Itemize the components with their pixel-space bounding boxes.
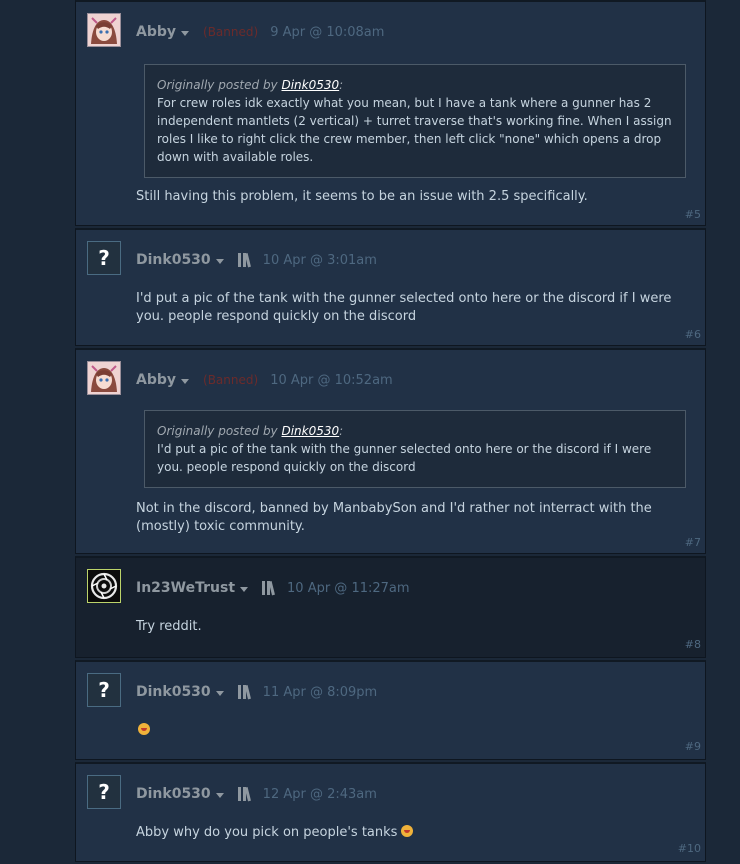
chevron-down-icon[interactable] xyxy=(215,792,224,798)
timestamp: 10 Apr @ 3:01am xyxy=(262,252,377,268)
comment-header: In23WeTrust 10 Apr @ 11:27am xyxy=(136,578,410,598)
chevron-down-icon[interactable] xyxy=(181,378,190,384)
library-icon xyxy=(237,787,251,802)
quote-block: Originally posted by Dink0530: I'd put a… xyxy=(144,410,686,488)
comment-header: Dink0530 10 Apr @ 3:01am xyxy=(136,250,377,270)
post-number[interactable]: #10 xyxy=(678,842,701,855)
author-name[interactable]: In23WeTrust xyxy=(136,580,235,596)
sad-face-emoticon-icon xyxy=(138,723,150,735)
comment-post: In23WeTrust 10 Apr @ 11:27am Try reddit.… xyxy=(75,556,706,658)
quote-block: Originally posted by Dink0530: For crew … xyxy=(144,64,686,178)
library-icon xyxy=(237,253,251,268)
avatar[interactable] xyxy=(87,569,121,603)
unknown-avatar-icon: ? xyxy=(98,246,110,270)
comment-header: Dink0530 12 Apr @ 2:43am xyxy=(136,784,377,804)
chevron-down-icon[interactable] xyxy=(215,258,224,264)
quote-attribution-suffix: : xyxy=(339,78,344,92)
comment-post: ? Dink0530 12 Apr @ 2:43am Abby why do y… xyxy=(75,762,706,862)
comment-text xyxy=(136,722,676,740)
author-name[interactable]: Dink0530 xyxy=(136,252,211,268)
quote-attribution-suffix: : xyxy=(339,424,344,438)
sad-face-emoticon-icon xyxy=(401,825,414,837)
banned-badge: (Banned) xyxy=(203,25,259,39)
timestamp: 10 Apr @ 10:52am xyxy=(270,372,393,388)
avatar[interactable] xyxy=(87,361,121,395)
comment-post: Abby (Banned) 9 Apr @ 10:08am Originally… xyxy=(75,0,706,226)
comment-header: Abby (Banned) 10 Apr @ 10:52am xyxy=(136,370,393,390)
avatar-circle-icon xyxy=(88,570,120,602)
quote-author-link[interactable]: Dink0530 xyxy=(281,424,339,438)
library-icon xyxy=(262,581,275,596)
comment-post: ? Dink0530 10 Apr @ 3:01am I'd put a pic… xyxy=(75,228,706,346)
comment-text: Try reddit. xyxy=(136,619,202,634)
timestamp: 11 Apr @ 8:09pm xyxy=(262,684,378,700)
author-name[interactable]: Dink0530 xyxy=(136,786,211,802)
post-number[interactable]: #6 xyxy=(685,328,701,341)
chevron-down-icon[interactable] xyxy=(240,586,249,592)
avatar-anime-icon xyxy=(88,362,120,394)
post-number[interactable]: #8 xyxy=(685,638,701,651)
author-name[interactable]: Dink0530 xyxy=(136,684,211,700)
comment-header: Dink0530 11 Apr @ 8:09pm xyxy=(136,682,377,702)
quote-text: For crew roles idk exactly what you mean… xyxy=(157,96,672,164)
comment-text-content: Abby why do you pick on people's tanks xyxy=(136,825,398,840)
comment-text: Still having this problem, it seems to b… xyxy=(136,189,588,204)
unknown-avatar-icon: ? xyxy=(98,780,110,804)
comment-text: I'd put a pic of the tank with the gunne… xyxy=(136,291,672,324)
quote-author-link[interactable]: Dink0530 xyxy=(281,78,339,92)
unknown-avatar-icon: ? xyxy=(98,678,110,702)
timestamp: 9 Apr @ 10:08am xyxy=(270,24,385,40)
quote-attribution-prefix: Originally posted by xyxy=(157,424,282,438)
avatar[interactable] xyxy=(87,13,121,47)
comment-header: Abby (Banned) 9 Apr @ 10:08am xyxy=(136,22,384,42)
chevron-down-icon[interactable] xyxy=(215,690,224,696)
avatar[interactable]: ? xyxy=(87,673,121,707)
timestamp: 12 Apr @ 2:43am xyxy=(262,786,377,802)
quote-attribution: Originally posted by Dink0530: xyxy=(157,76,673,94)
quote-attribution-prefix: Originally posted by xyxy=(157,78,282,92)
author-name[interactable]: Abby xyxy=(136,24,176,40)
comment-thread: Abby (Banned) 9 Apr @ 10:08am Originally… xyxy=(75,0,706,864)
comment-text: Not in the discord, banned by ManbabySon… xyxy=(136,501,652,534)
post-number[interactable]: #5 xyxy=(685,208,701,221)
avatar[interactable]: ? xyxy=(87,775,121,809)
banned-badge: (Banned) xyxy=(203,373,259,387)
quote-text: I'd put a pic of the tank with the gunne… xyxy=(157,442,652,474)
avatar-anime-icon xyxy=(88,14,120,46)
comment-text: Abby why do you pick on people's tanks xyxy=(136,824,676,842)
chevron-down-icon[interactable] xyxy=(181,30,190,36)
library-icon xyxy=(237,685,251,700)
quote-attribution: Originally posted by Dink0530: xyxy=(157,422,673,440)
comment-post: ? Dink0530 11 Apr @ 8:09pm #9 xyxy=(75,660,706,760)
timestamp: 10 Apr @ 11:27am xyxy=(287,580,410,596)
avatar[interactable]: ? xyxy=(87,241,121,275)
post-number[interactable]: #7 xyxy=(685,536,701,549)
post-number[interactable]: #9 xyxy=(685,740,701,753)
author-name[interactable]: Abby xyxy=(136,372,176,388)
comment-post: Abby (Banned) 10 Apr @ 10:52am Originall… xyxy=(75,348,706,554)
